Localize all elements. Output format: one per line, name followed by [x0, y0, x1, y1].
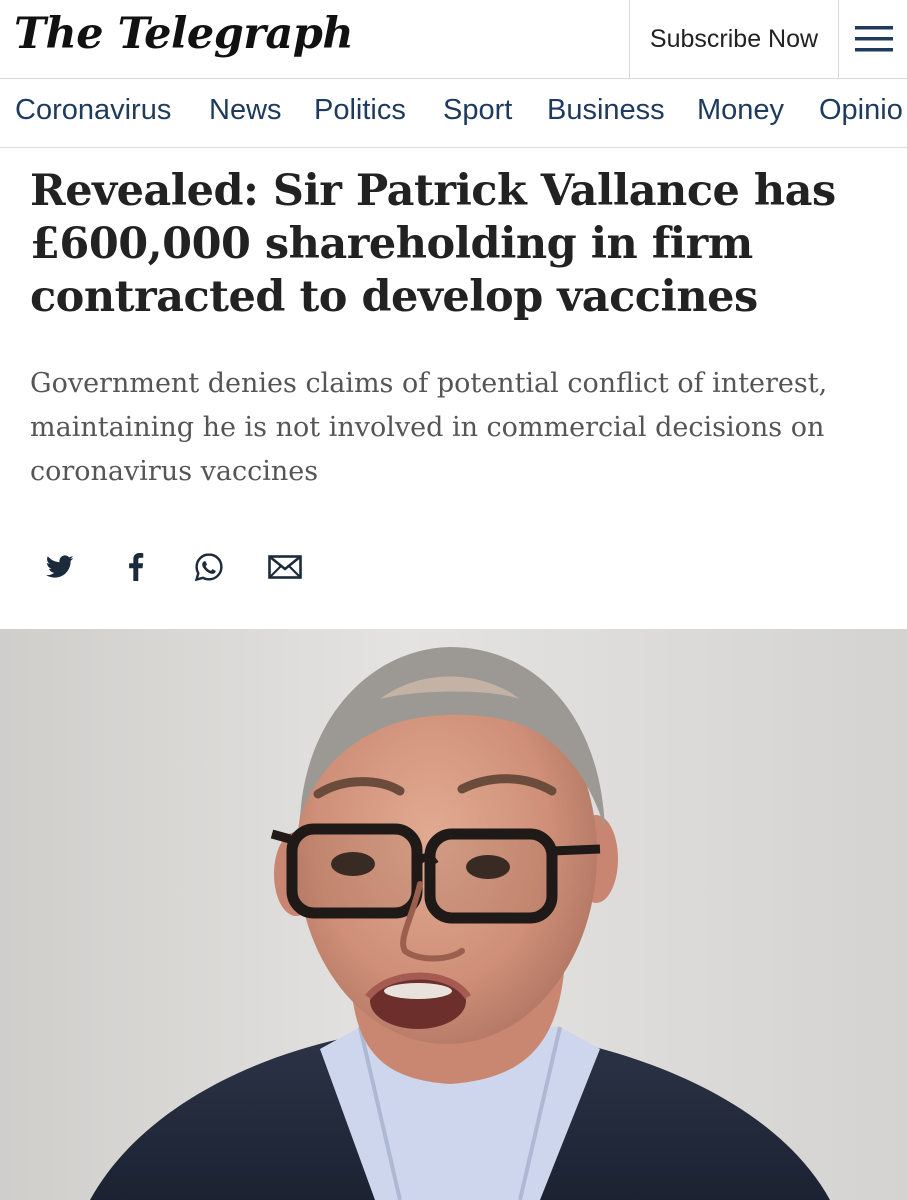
share-whatsapp-button[interactable] — [185, 545, 233, 589]
nav-item-opinion[interactable]: Opinio — [819, 92, 903, 128]
nav-item-business[interactable]: Business — [547, 92, 665, 128]
article-standfirst: Government denies claims of potential co… — [30, 362, 880, 494]
subscribe-button[interactable]: Subscribe Now — [629, 0, 839, 78]
nav-item-news[interactable]: News — [209, 92, 282, 128]
article-headline: Revealed: Sir Patrick Vallance has £600,… — [30, 165, 880, 324]
twitter-icon — [46, 555, 74, 578]
standfirst-line: maintaining he is not involved in commer… — [30, 412, 825, 443]
portrait-photo — [0, 629, 907, 1200]
share-twitter-button[interactable] — [36, 545, 84, 589]
share-email-button[interactable] — [261, 545, 309, 589]
site-logo[interactable]: The Telegraph — [14, 6, 354, 62]
nav-item-coronavirus[interactable]: Coronavirus — [15, 92, 171, 128]
whatsapp-icon — [194, 553, 223, 582]
menu-button[interactable] — [840, 0, 907, 78]
headline-line: £600,000 shareholding in firm — [30, 219, 753, 269]
section-nav: Coronavirus News Politics Sport Business… — [0, 80, 907, 148]
site-header: The Telegraph Subscribe Now — [0, 0, 907, 79]
standfirst-line: Government denies claims of potential co… — [30, 368, 828, 399]
headline-line: contracted to develop vaccines — [30, 272, 758, 322]
headline-line: Revealed: Sir Patrick Vallance has — [30, 166, 836, 216]
article-hero-image — [0, 629, 907, 1200]
nav-item-sport[interactable]: Sport — [443, 92, 512, 128]
share-facebook-button[interactable] — [112, 545, 160, 589]
email-icon — [268, 555, 302, 579]
facebook-icon — [129, 553, 144, 581]
standfirst-line: coronavirus vaccines — [30, 456, 319, 487]
nav-item-money[interactable]: Money — [697, 92, 784, 128]
nav-item-politics[interactable]: Politics — [314, 92, 406, 128]
hamburger-icon — [854, 26, 893, 52]
